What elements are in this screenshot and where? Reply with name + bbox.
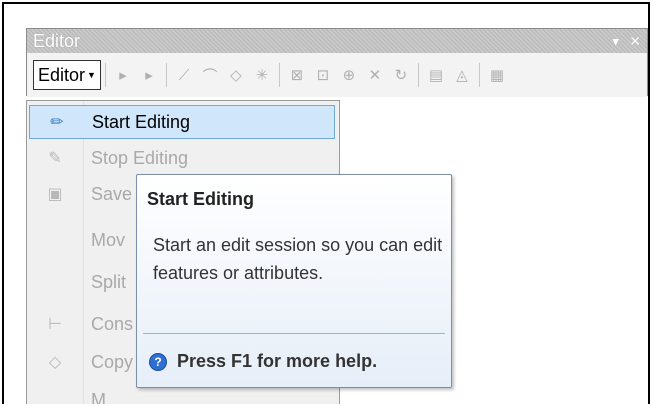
chevron-down-icon: ▼: [87, 70, 96, 80]
create-features-icon[interactable]: ▦: [486, 64, 508, 86]
menu-item-label: Mov: [91, 229, 126, 250]
rotate-icon[interactable]: ↻: [390, 64, 412, 86]
toolbar-separator: [104, 63, 106, 87]
screenshot-frame: Editor ▾ ✕ Editor ▼ ▸ ▸ ⟋ ⌒ ◇ ✳ ⊠ ⊡ ⊕ ✕ …: [2, 2, 650, 404]
menu-item-label: Cons: [91, 313, 134, 334]
toolbar-separator: [165, 63, 167, 87]
copy-parallel-icon: ◇: [48, 354, 62, 371]
menu-item-stop-editing[interactable]: ✎ Stop Editing: [27, 141, 339, 175]
menu-item-label: Save: [91, 183, 133, 204]
toolbar-separator: [278, 63, 280, 87]
save-icon: ▣: [47, 186, 63, 203]
straight-segment-icon[interactable]: ⟋: [173, 64, 195, 86]
menu-item-label: Split: [91, 271, 127, 292]
edit-tool-icon[interactable]: ▸: [112, 64, 134, 86]
menu-item-label: M: [91, 389, 106, 405]
menu-item-label: Start Editing: [92, 111, 191, 132]
reshape-feature-icon[interactable]: ⊡: [312, 64, 334, 86]
start-editing-tooltip: Start Editing Start an edit session so y…: [136, 174, 452, 388]
tooltip-body: Start an edit session so you can edit fe…: [153, 235, 443, 283]
pencil-stop-icon: ✎: [48, 150, 62, 167]
cut-polygons-icon[interactable]: ⊕: [338, 64, 360, 86]
close-icon[interactable]: ✕: [629, 29, 641, 53]
toolbar-title: Editor: [33, 31, 81, 51]
edit-vertices-icon[interactable]: ⊠: [286, 64, 308, 86]
tooltip-help: ? Press F1 for more help.: [149, 351, 377, 372]
toolbar-options-icon[interactable]: ▾: [612, 29, 619, 53]
split-tool-icon[interactable]: ✕: [364, 64, 386, 86]
tooltip-title: Start Editing: [147, 189, 254, 209]
point-icon[interactable]: ✳: [251, 64, 273, 86]
help-icon: ?: [149, 352, 167, 371]
pencil-start-icon: ✏: [50, 114, 64, 131]
menu-item-label: Stop Editing: [91, 147, 189, 168]
editor-menu-label: Editor: [38, 64, 86, 85]
attributes-icon[interactable]: ▤: [425, 64, 447, 86]
trace-icon[interactable]: ◇: [225, 64, 247, 86]
tooltip-divider: [143, 333, 445, 334]
construct-icon: ⊢: [48, 316, 62, 333]
sketch-properties-icon[interactable]: ◬: [451, 64, 473, 86]
editor-menu-button[interactable]: Editor ▼: [33, 60, 101, 90]
end-point-arc-icon[interactable]: ⌒: [199, 64, 221, 86]
toolbar-separator: [417, 63, 419, 87]
edit-annotation-tool-icon[interactable]: ▸: [138, 64, 160, 86]
menu-item-start-editing[interactable]: ✏ Start Editing: [29, 105, 335, 139]
menu-item-label: Copy: [91, 351, 134, 372]
tooltip-help-text: Press F1 for more help.: [177, 351, 378, 371]
toolbar-title-bar[interactable]: Editor ▾ ✕: [27, 29, 647, 53]
toolbar-bar: Editor ▼ ▸ ▸ ⟋ ⌒ ◇ ✳ ⊠ ⊡ ⊕ ✕ ↻ ▤ ◬ ▦: [27, 53, 647, 97]
editor-toolbar-window: Editor ▾ ✕ Editor ▼ ▸ ▸ ⟋ ⌒ ◇ ✳ ⊠ ⊡ ⊕ ✕ …: [26, 28, 648, 97]
toolbar-separator: [478, 63, 480, 87]
